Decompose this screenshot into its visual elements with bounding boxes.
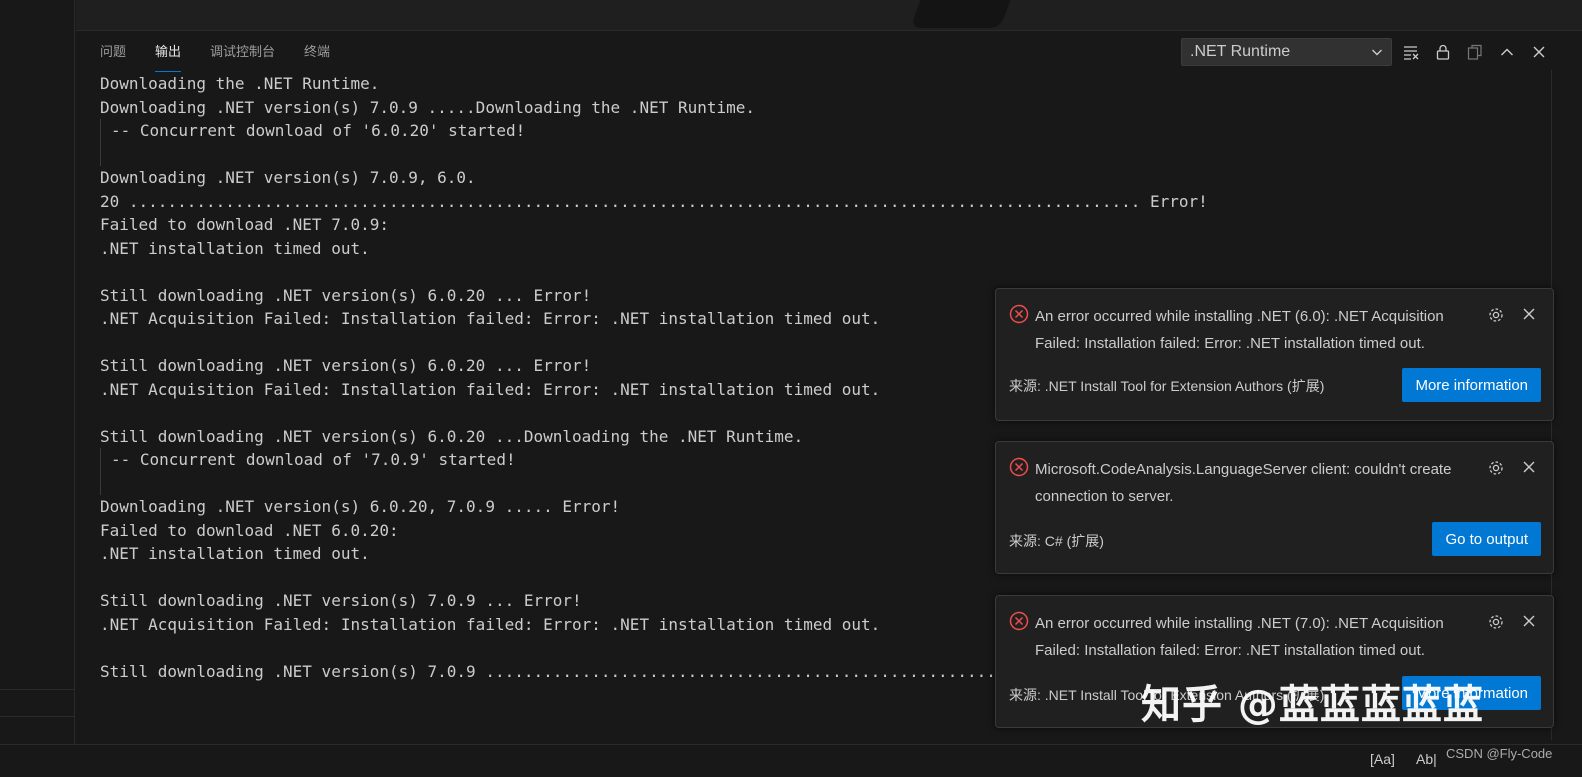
lock-icon[interactable] [1434,43,1452,61]
close-icon[interactable] [1521,613,1537,629]
editor-area [76,0,1582,31]
tab-debug-console[interactable]: 调试控制台 [210,42,275,68]
status-bar: [Aa] Ab| [0,744,1582,777]
output-line: Failed to download .NET 7.0.9: [100,215,389,234]
chevron-down-icon [1372,49,1382,56]
tab-problems[interactable]: 问题 [100,42,126,68]
match-whole-word-toggle[interactable]: Ab| [1416,751,1437,767]
notification-toast: An error occurred while installing .NET … [995,288,1554,421]
close-icon[interactable] [1521,459,1537,475]
output-line: -- Concurrent download of '6.0.20' start… [111,121,526,140]
chevron-up-icon[interactable] [1498,43,1516,61]
notification-message: An error occurred while installing .NET … [1035,308,1444,352]
notification-message: Microsoft.CodeAnalysis.LanguageServer cl… [1035,461,1452,505]
output-line: Downloading .NET version(s) 7.0.9, 6.0. [100,168,476,187]
notification-source: 来源: .NET Install Tool for Extension Auth… [1009,378,1325,394]
gear-icon[interactable] [1487,459,1505,477]
tab-output[interactable]: 输出 [155,42,182,72]
output-channel-select[interactable]: .NET Runtime [1181,38,1392,66]
side-bar [0,0,75,777]
close-icon[interactable] [1530,43,1548,61]
tab-terminal[interactable]: 终端 [304,42,330,68]
close-icon[interactable] [1521,306,1537,322]
zhihu-watermark: 知乎 @蓝蓝蓝蓝蓝 [1141,682,1484,728]
output-channel-value: .NET Runtime [1190,43,1291,60]
clear-output-icon[interactable] [1402,43,1420,61]
divider [0,689,75,690]
divider [0,716,75,717]
match-case-toggle[interactable]: [Aa] [1370,751,1395,767]
output-line: .NET installation timed out. [100,238,370,258]
go-to-output-button[interactable]: Go to output [1432,522,1541,556]
more-information-button[interactable]: More information [1402,368,1541,402]
notification-source: 来源: C# (扩展) [1009,533,1104,549]
editor-watermark-shape [910,0,1018,28]
notification-message: An error occurred while installing .NET … [1035,615,1444,659]
copy-icon[interactable] [1466,43,1484,61]
indent-guide: -- Concurrent download of '6.0.20' start… [100,119,1560,166]
panel-tabs: 问题 输出 调试控制台 终端 [100,42,330,72]
error-icon [1009,304,1029,324]
output-line: Downloading .NET version(s) 7.0.9 .....D… [100,97,756,117]
output-line: Downloading the .NET Runtime. [100,74,380,93]
panel-actions: .NET Runtime [1181,38,1548,66]
csdn-watermark: CSDN @Fly-Code [1446,746,1553,761]
gear-icon[interactable] [1487,306,1505,324]
error-icon [1009,457,1029,477]
gear-icon[interactable] [1487,613,1505,631]
error-icon [1009,611,1029,631]
output-line: 20 .....................................… [100,191,1208,211]
notification-toast: Microsoft.CodeAnalysis.LanguageServer cl… [995,441,1554,574]
